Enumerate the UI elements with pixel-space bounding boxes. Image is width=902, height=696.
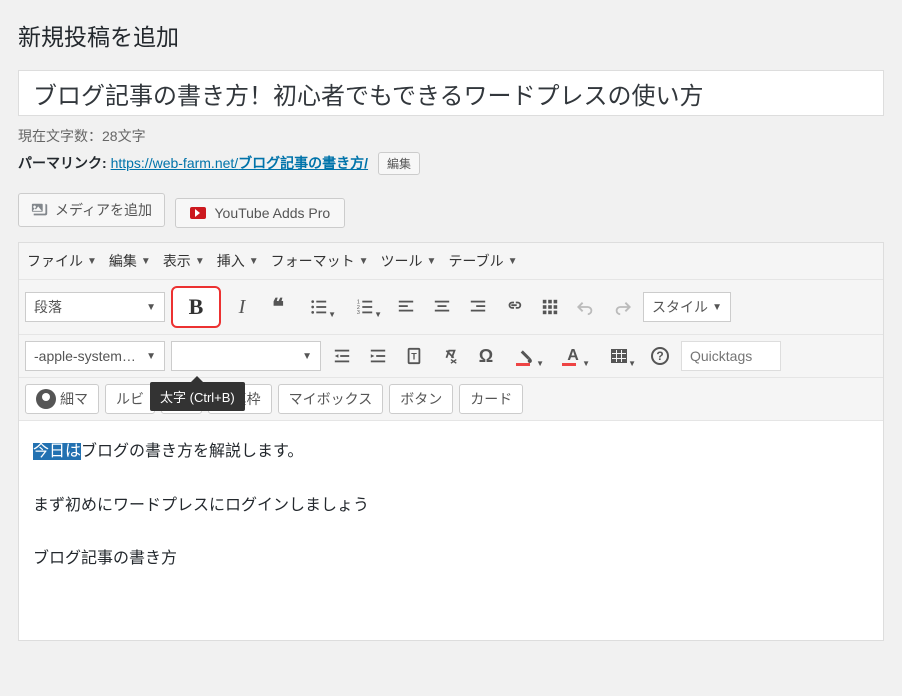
table-button[interactable] [599, 341, 639, 371]
qt-mybox-button[interactable]: マイボックス [278, 384, 384, 414]
editor-content-area[interactable]: 今日はブログの書き方を解説します。 まず初めにワードプレスにログインしましょう … [19, 420, 883, 640]
bg-color-button[interactable] [507, 341, 547, 371]
redo-button[interactable] [607, 292, 637, 322]
indent-button[interactable] [363, 341, 393, 371]
permalink-link[interactable]: https://web-farm.net/ブログ記事の書き方/ [111, 155, 369, 171]
post-title-input[interactable] [18, 70, 884, 116]
content-paragraph[interactable]: 今日はブログの書き方を解説します。 [33, 439, 869, 465]
svg-text:3: 3 [357, 310, 360, 316]
toolbar-row-1: 段落▼ B I ❝ 123 スタイル▼ [19, 279, 883, 334]
toolbar-row-3: 細マ ルビ CT 写真枠 マイボックス ボタン カード [19, 377, 883, 420]
text-color-button[interactable]: A [553, 341, 593, 371]
menu-table[interactable]: テーブル ▼ [448, 251, 517, 271]
qt-button-button[interactable]: ボタン [389, 384, 453, 414]
editor-container: ファイル ▼ 編集 ▼ 表示 ▼ 挿入 ▼ フォーマット ▼ ツール ▼ テーブ… [18, 242, 884, 641]
youtube-icon [190, 207, 206, 219]
editor-menubar: ファイル ▼ 編集 ▼ 表示 ▼ 挿入 ▼ フォーマット ▼ ツール ▼ テーブ… [19, 243, 883, 279]
qt-ruby-button[interactable]: ルビ [105, 384, 155, 414]
selected-text: 今日は [33, 443, 81, 460]
permalink-edit-button[interactable]: 編集 [378, 152, 420, 175]
qt-card-button[interactable]: カード [459, 384, 523, 414]
qt-avatar-saima-button[interactable]: 細マ [25, 384, 99, 414]
insert-link-button[interactable] [499, 292, 529, 322]
special-char-button[interactable]: Ω [471, 341, 501, 371]
keyboard-help-button[interactable]: ? [645, 341, 675, 371]
numbered-list-button[interactable]: 123 [345, 292, 385, 322]
toolbar-row-2: -apple-system…▼ ▼ T Ω A ? [19, 334, 883, 377]
media-icon [31, 201, 49, 219]
add-media-button[interactable]: メディアを追加 [18, 193, 165, 227]
youtube-adds-button[interactable]: YouTube Adds Pro [175, 198, 345, 228]
menu-edit[interactable]: 編集 ▼ [109, 251, 151, 271]
paragraph-format-select[interactable]: 段落▼ [25, 292, 165, 322]
menu-file[interactable]: ファイル ▼ [27, 251, 97, 271]
blockquote-button[interactable]: ❝ [263, 292, 293, 322]
content-paragraph[interactable]: ブログ記事の書き方 [33, 546, 869, 572]
page-title: 新規投稿を追加 [18, 18, 884, 52]
permalink-label: パーマリンク: [18, 155, 107, 171]
align-center-button[interactable] [427, 292, 457, 322]
toolbar-toggle-button[interactable] [535, 292, 565, 322]
paste-text-button[interactable]: T [399, 341, 429, 371]
font-size-select[interactable]: ▼ [171, 341, 321, 371]
quicktags-input[interactable] [681, 341, 781, 371]
font-family-select[interactable]: -apple-system…▼ [25, 341, 165, 371]
char-count-text: 現在文字数：28文字 [18, 126, 884, 146]
italic-button[interactable]: I [227, 292, 257, 322]
outdent-button[interactable] [327, 341, 357, 371]
avatar-icon [36, 389, 56, 409]
permalink-row: パーマリンク: https://web-farm.net/ブログ記事の書き方/ … [18, 152, 884, 175]
bold-button[interactable]: B [171, 286, 221, 328]
svg-text:T: T [411, 352, 417, 362]
menu-format[interactable]: フォーマット ▼ [271, 251, 369, 271]
menu-view[interactable]: 表示 ▼ [163, 251, 205, 271]
menu-insert[interactable]: 挿入 ▼ [217, 251, 259, 271]
content-paragraph[interactable]: まず初めにワードプレスにログインしましょう [33, 493, 869, 519]
align-left-button[interactable] [391, 292, 421, 322]
menu-tools[interactable]: ツール ▼ [381, 251, 437, 271]
bullet-list-button[interactable] [299, 292, 339, 322]
style-select[interactable]: スタイル▼ [643, 292, 731, 322]
undo-button[interactable] [571, 292, 601, 322]
bold-tooltip: 太字 (Ctrl+B) [150, 382, 245, 411]
clear-formatting-button[interactable] [435, 341, 465, 371]
align-right-button[interactable] [463, 292, 493, 322]
